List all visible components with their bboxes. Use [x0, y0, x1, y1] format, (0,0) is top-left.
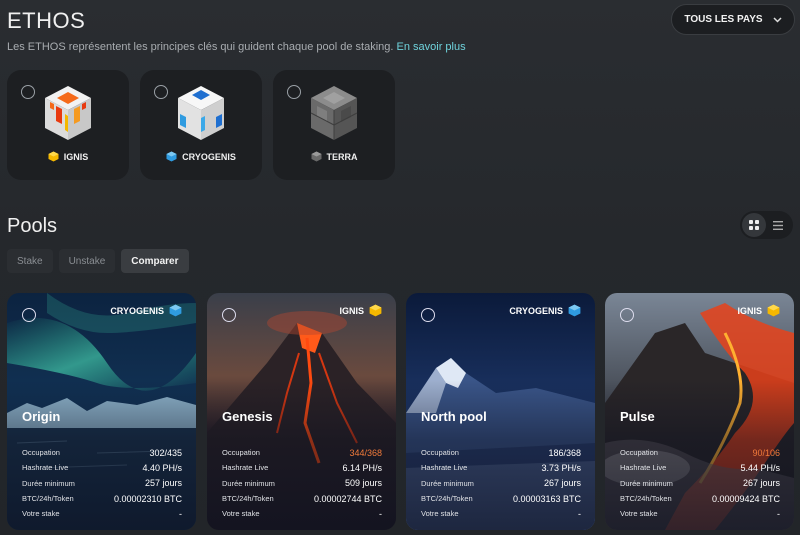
duration-value: 509 jours: [344, 478, 382, 489]
btc-value: 0.00002310 BTC: [113, 493, 182, 504]
ethos-card-terra[interactable]: TERRA: [273, 70, 395, 180]
ignis-small-icon: [48, 151, 59, 162]
chevron-down-icon: [773, 15, 782, 25]
list-view-button[interactable]: [766, 213, 790, 237]
stake-value: -: [179, 508, 182, 519]
occupation-value: 344/368: [349, 447, 382, 458]
subtitle-text: Les ETHOS représentent les principes clé…: [7, 41, 394, 53]
tab-comparer[interactable]: Comparer: [121, 249, 189, 273]
ethos-card-ignis[interactable]: IGNIS: [7, 70, 129, 180]
hashrate-value: 5.44 PH/s: [740, 462, 780, 473]
pool-card-north-pool[interactable]: CRYOGENIS North pool Occupation 186/368 H…: [406, 293, 595, 530]
ethos-label-ignis: IGNIS: [7, 151, 129, 162]
stake-value: -: [379, 508, 382, 519]
cryogenis-small-icon: [568, 304, 581, 317]
duration-value: 267 jours: [543, 478, 581, 489]
page-subtitle: Les ETHOS représentent les principes clé…: [7, 41, 466, 53]
pool-stats: Occupation 344/368 Hashrate Live 6.14 PH/s…: [222, 447, 382, 519]
pool-select-radio[interactable]: [222, 308, 236, 322]
pool-name: Pulse: [620, 409, 655, 424]
occupation-value: 90/106: [752, 447, 780, 458]
hashrate-value: 3.73 PH/s: [541, 462, 581, 473]
stake-value: -: [777, 508, 780, 519]
btc-value: 0.00003163 BTC: [512, 493, 581, 504]
hashrate-value: 6.14 PH/s: [342, 462, 382, 473]
ignis-small-icon: [369, 304, 382, 317]
list-icon: [773, 220, 783, 230]
btc-value: 0.00002744 BTC: [313, 493, 382, 504]
pool-ethos-badge: CRYOGENIS: [509, 304, 581, 317]
pool-card-genesis[interactable]: IGNIS Genesis Occupation 344/368 Hashrate…: [207, 293, 396, 530]
pool-ethos-badge: IGNIS: [737, 304, 780, 317]
ethos-radio[interactable]: [154, 85, 168, 99]
cryogenis-cube-icon: [178, 86, 224, 140]
country-select[interactable]: TOUS LES PAYS: [671, 4, 795, 35]
pool-stats: Occupation 90/106 Hashrate Live 5.44 PH/s …: [620, 447, 780, 519]
page-title: ETHOS: [7, 8, 86, 33]
pool-card-origin[interactable]: CRYOGENIS Origin Occupation 302/435 Hashr…: [7, 293, 196, 530]
pool-select-radio[interactable]: [620, 308, 634, 322]
country-select-value: TOUS LES PAYS: [684, 14, 763, 25]
stake-value: -: [578, 508, 581, 519]
duration-value: 257 jours: [144, 478, 182, 489]
pools-title: Pools: [7, 215, 58, 237]
pool-select-radio[interactable]: [22, 308, 36, 322]
cryogenis-small-icon: [166, 151, 177, 162]
ethos-radio[interactable]: [21, 85, 35, 99]
occupation-value: 186/368: [548, 447, 581, 458]
duration-value: 267 jours: [742, 478, 780, 489]
terra-cube-icon: [310, 86, 358, 140]
occupation-value: 302/435: [149, 447, 182, 458]
ethos-radio[interactable]: [287, 85, 301, 99]
pool-ethos-badge: IGNIS: [339, 304, 382, 317]
cryogenis-small-icon: [169, 304, 182, 317]
ethos-label-terra: TERRA: [273, 151, 395, 162]
hashrate-value: 4.40 PH/s: [142, 462, 182, 473]
pool-card-pulse[interactable]: IGNIS Pulse Occupation 90/106 Hashrate Li…: [605, 293, 794, 530]
pool-select-radio[interactable]: [421, 308, 435, 322]
tab-stake[interactable]: Stake: [7, 249, 53, 273]
tab-unstake[interactable]: Unstake: [58, 249, 116, 273]
pool-name: Genesis: [222, 409, 273, 424]
ignis-cube-icon: [45, 86, 91, 140]
view-toggle: [740, 211, 793, 239]
pool-name: Origin: [22, 409, 61, 424]
ethos-label-cryogenis: CRYOGENIS: [140, 151, 262, 162]
pool-stats: Occupation 302/435 Hashrate Live 4.40 PH/s…: [22, 447, 182, 519]
learn-more-link[interactable]: En savoir plus: [397, 41, 466, 53]
ethos-card-cryogenis[interactable]: CRYOGENIS: [140, 70, 262, 180]
terra-small-icon: [311, 151, 321, 162]
grid-view-button[interactable]: [742, 213, 766, 237]
pool-name: North pool: [421, 409, 487, 424]
ignis-small-icon: [767, 304, 780, 317]
pool-action-tabs: Stake Unstake Comparer: [7, 249, 189, 273]
pool-stats: Occupation 186/368 Hashrate Live 3.73 PH/s…: [421, 447, 581, 519]
btc-value: 0.00009424 BTC: [711, 493, 780, 504]
pool-ethos-badge: CRYOGENIS: [110, 304, 182, 317]
grid-icon: [749, 220, 759, 230]
